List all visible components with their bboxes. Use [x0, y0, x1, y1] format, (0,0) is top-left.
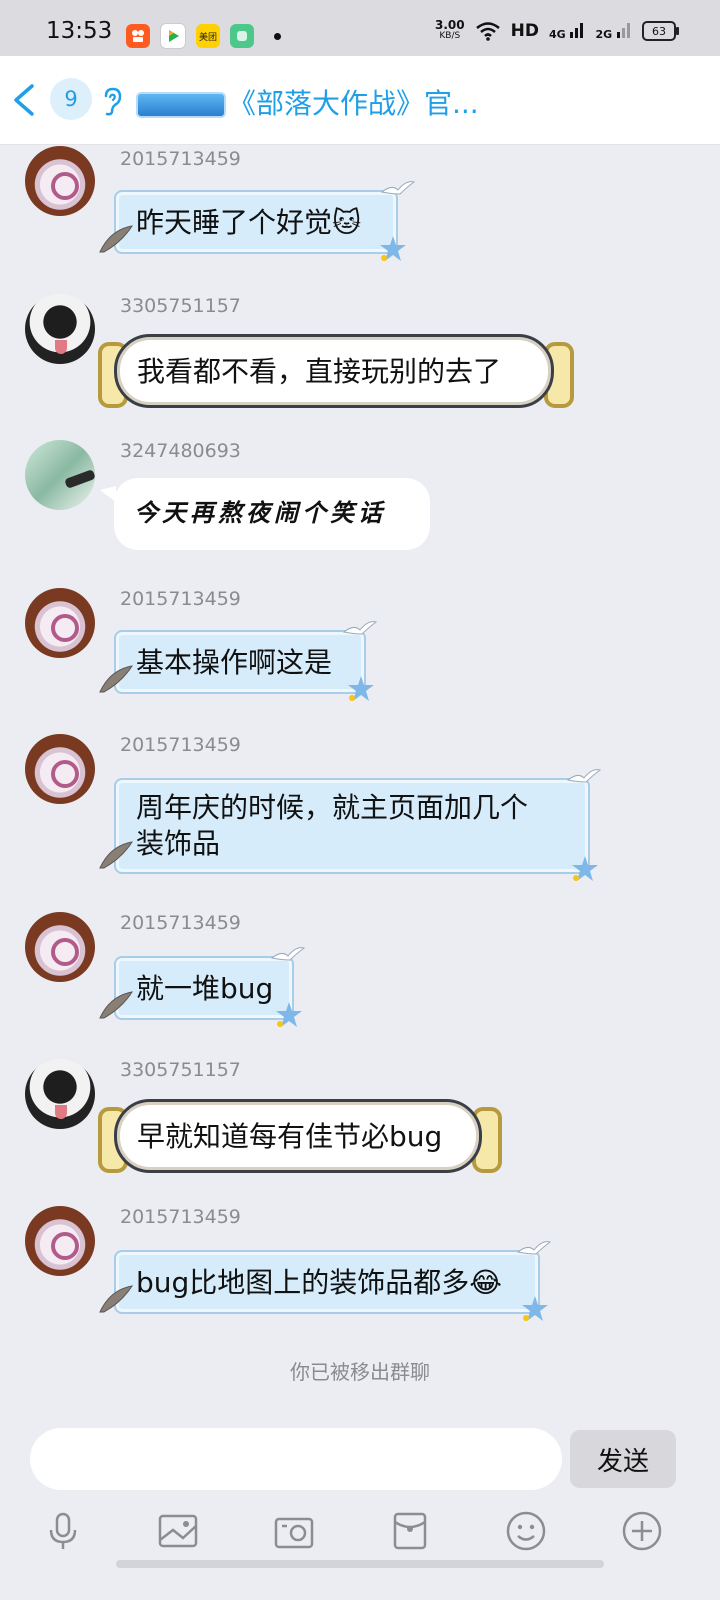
net-speed: 3.00 KB/S — [434, 18, 465, 42]
plus-icon[interactable] — [621, 1510, 663, 1552]
bird-icon — [516, 1241, 552, 1255]
message-bubble[interactable]: 昨天睡了个好觉🐱 — [114, 190, 398, 254]
message-bubble[interactable]: 周年庆的时候，就主页面加几个 装饰品 — [114, 778, 590, 874]
sender-id: 2015713459 — [120, 734, 241, 756]
notification-app-icons: 美团 — [126, 23, 281, 49]
input-toolbar — [0, 1500, 720, 1560]
signal-bars-icon — [570, 22, 584, 38]
panda-avatar[interactable] — [25, 1059, 95, 1129]
bird-icon — [270, 947, 306, 961]
sender-id: 3305751157 — [120, 1059, 241, 1081]
status-time: 13:53 — [46, 18, 113, 44]
star-icon — [572, 856, 598, 881]
star-icon — [348, 676, 374, 701]
message-input[interactable] — [30, 1428, 562, 1490]
notification-dot — [274, 32, 281, 40]
star-icon — [522, 1296, 548, 1321]
system-notice: 你已被移出群聊 — [290, 1360, 430, 1384]
chat-header: 9 《部落大作战》官... — [0, 56, 720, 145]
net-speed-value: 3.00 — [434, 18, 465, 32]
emoji-icon[interactable] — [505, 1510, 547, 1552]
star-icon — [380, 236, 406, 261]
game-logo-icon — [136, 92, 226, 118]
message-bubble[interactable]: 今天再熬夜闹个笑话 — [114, 478, 430, 550]
message-bubble[interactable]: 我看都不看，直接玩别的去了 — [114, 334, 554, 408]
ear-icon[interactable] — [98, 86, 124, 116]
star-icon — [276, 1002, 302, 1027]
sender-id: 3305751157 — [120, 295, 241, 317]
sheep-avatar[interactable] — [25, 1206, 95, 1276]
signal-4g-label: 4G — [548, 27, 566, 41]
sheep-avatar[interactable] — [25, 146, 95, 216]
camera-icon[interactable] — [273, 1510, 315, 1552]
feather-icon — [99, 665, 134, 693]
send-button[interactable]: 发送 — [570, 1430, 676, 1488]
signal-2g-label: 2G — [595, 27, 613, 41]
wifi-icon — [475, 22, 500, 41]
microphone-icon[interactable] — [42, 1510, 84, 1552]
net-speed-unit: KB/S — [439, 31, 461, 41]
system-indicators: 3.00 KB/S HD 4G 2G 63 — [434, 18, 679, 42]
sender-id: 3247480693 — [120, 440, 241, 462]
message-bubble[interactable]: 基本操作啊这是 — [114, 630, 366, 694]
status-bar: 13:53 美团 3.00 KB/S HD 4G 2G 63 — [0, 0, 720, 56]
sender-id: 2015713459 — [120, 588, 241, 610]
app-icon — [230, 24, 254, 48]
hd-label: HD — [510, 21, 539, 41]
bird-icon — [566, 769, 602, 783]
signal-4g: 4G — [549, 22, 586, 41]
message-bubble[interactable]: 早就知道每有佳节必bug — [114, 1099, 482, 1173]
sender-id: 2015713459 — [120, 1206, 241, 1228]
battery-level: 63 — [652, 24, 666, 38]
image-icon[interactable] — [157, 1510, 199, 1552]
kuaishou-icon — [126, 24, 150, 48]
message-text-line: 装饰品 — [136, 827, 221, 860]
red-packet-icon[interactable] — [389, 1510, 431, 1552]
bird-icon — [342, 621, 378, 635]
unread-count-badge[interactable]: 9 — [50, 78, 92, 120]
signal-2g: 2G — [595, 22, 632, 41]
home-indicator — [116, 1560, 604, 1568]
back-arrow-icon[interactable] — [10, 82, 40, 118]
message-bubble[interactable]: bug比地图上的装饰品都多😂 — [114, 1250, 540, 1314]
message-text-line: 周年庆的时候，就主页面加几个 — [136, 791, 529, 824]
video-player-icon — [160, 23, 186, 49]
message-bubble[interactable]: 就一堆bug — [114, 956, 294, 1020]
signal-bars-icon — [617, 22, 630, 38]
sender-id: 2015713459 — [120, 912, 241, 934]
feather-icon — [99, 225, 134, 253]
feather-icon — [99, 841, 134, 869]
feather-icon — [99, 1285, 134, 1313]
sheep-avatar[interactable] — [25, 912, 95, 982]
bird-icon — [380, 181, 416, 195]
chat-title[interactable]: 《部落大作战》官... — [228, 82, 479, 122]
meituan-icon: 美团 — [196, 24, 220, 48]
panda-avatar[interactable] — [25, 294, 95, 364]
feather-icon — [99, 991, 134, 1019]
sender-id: 2015713459 — [120, 148, 241, 170]
battery-icon: 63 — [642, 21, 679, 41]
sheep-avatar[interactable] — [25, 734, 95, 804]
sheep-avatar[interactable] — [25, 588, 95, 658]
mist-avatar[interactable] — [25, 440, 95, 510]
